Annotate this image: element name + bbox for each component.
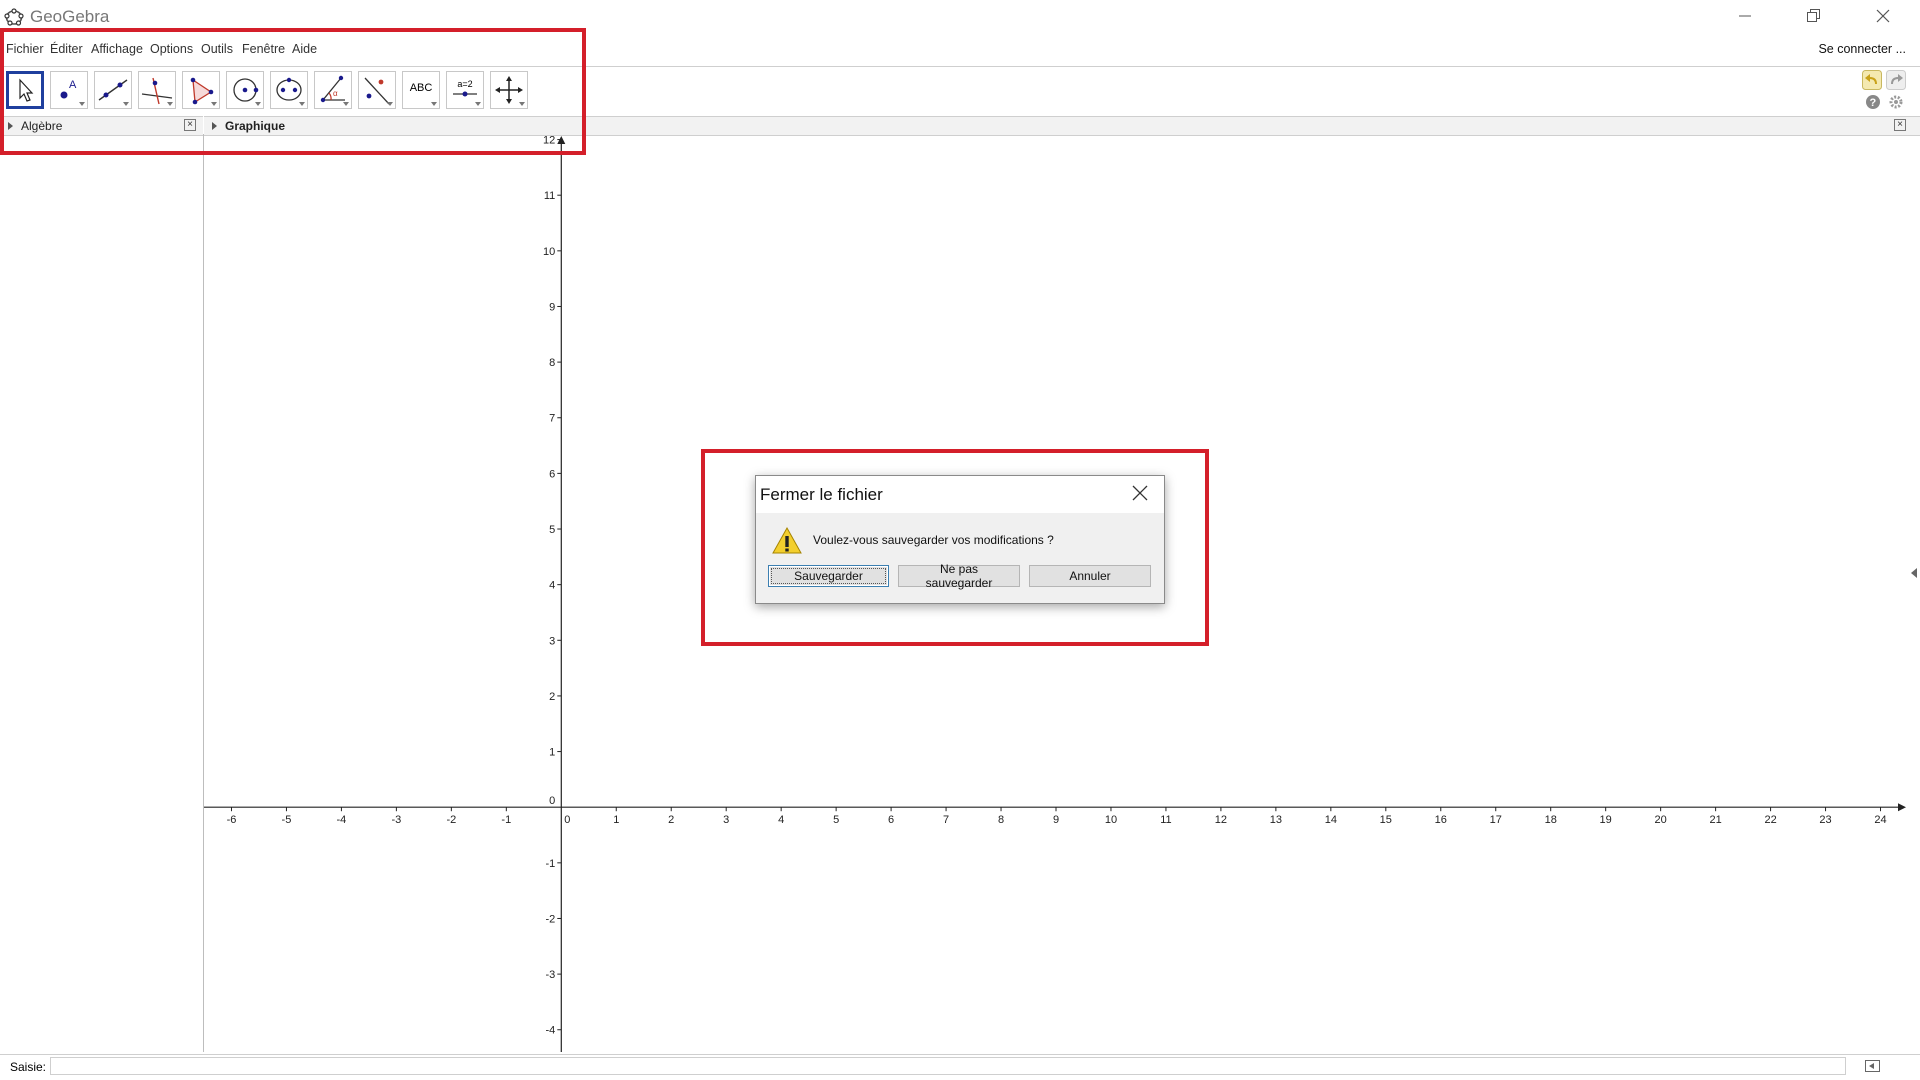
input-label: Saisie: [10,1060,47,1074]
y-tick-label: -1 [546,858,556,870]
y-tick-label: -3 [546,969,556,981]
window-title: GeoGebra [30,7,110,26]
x-tick-label: 14 [1325,814,1337,826]
x-tick-label: 2 [668,814,674,826]
side-panel-arrow-icon[interactable] [1911,568,1917,578]
x-tick-label: 5 [833,814,839,826]
x-axis-arrow [1898,803,1906,812]
x-tick-label: 21 [1709,814,1721,826]
x-tick-label: 16 [1435,814,1447,826]
input-bar: Saisie: [0,1054,1920,1079]
y-tick-label: 7 [549,413,555,425]
x-tick-label: 11 [1160,814,1171,826]
input-field[interactable] [50,1057,1846,1075]
y-tick-label: 2 [549,691,555,703]
y-tick-label: 1 [549,747,555,759]
minimize-icon [1737,8,1753,27]
x-tick-label: 23 [1819,814,1831,826]
x-tick-label: -3 [391,814,401,826]
y-tick-label: 6 [549,468,555,480]
x-tick-label: 6 [888,814,894,826]
y-tick-label: 4 [549,580,555,592]
input-help-icon[interactable] [1864,1058,1882,1077]
highlight-box-toolbar [0,28,586,155]
x-tick-label: 12 [1215,814,1227,826]
login-link[interactable]: Se connecter ... [1818,42,1906,56]
highlight-box-dialog [701,449,1209,646]
algebra-view[interactable] [0,134,203,1052]
x-tick-label: 3 [723,814,729,826]
x-tick-label: 4 [778,814,784,826]
x-tick-label: 24 [1874,814,1886,826]
x-tick-label: 18 [1545,814,1557,826]
settings-gear-icon[interactable] [1888,94,1904,113]
y-tick-label: -2 [546,913,556,925]
x-tick-label: -1 [501,814,511,826]
undo-icon[interactable] [1862,70,1882,93]
y-tick-label: 9 [549,301,555,313]
minimize-button[interactable] [1710,0,1780,34]
restore-icon [1805,8,1821,27]
y-tick-label: -4 [546,1025,556,1037]
x-tick-label: -5 [282,814,292,826]
y-tick-label: 5 [549,524,555,536]
x-tick-label: -6 [227,814,237,826]
close-graphics-view-button[interactable]: × [1894,119,1906,131]
x-tick-label: 7 [943,814,949,826]
close-icon [1875,8,1891,27]
y-tick-label: 3 [549,635,555,647]
help-icon[interactable]: ? [1865,94,1881,113]
y-tick-label: 10 [543,246,555,258]
x-tick-label: -2 [446,814,456,826]
x-tick-label: -4 [337,814,347,826]
geogebra-logo-icon [4,7,24,27]
redo-icon[interactable] [1886,70,1906,93]
x-tick-label: 8 [998,814,1004,826]
x-tick-label: 13 [1270,814,1282,826]
x-tick-label: 10 [1105,814,1117,826]
x-tick-label: 1 [613,814,619,826]
x-tick-label: 17 [1490,814,1502,826]
y-tick-label: 11 [544,190,555,202]
x-tick-label: 15 [1380,814,1392,826]
x-tick-label: 0 [564,814,570,826]
close-window-button[interactable] [1848,0,1918,34]
x-tick-label: 20 [1655,814,1667,826]
x-tick-label: 22 [1764,814,1776,826]
x-tick-label: 9 [1053,814,1059,826]
svg-text:?: ? [1870,97,1877,109]
restore-button[interactable] [1778,0,1848,34]
y-tick-label: 8 [549,357,555,369]
x-tick-label: 19 [1600,814,1612,826]
y-tick-label: 0 [549,795,555,807]
